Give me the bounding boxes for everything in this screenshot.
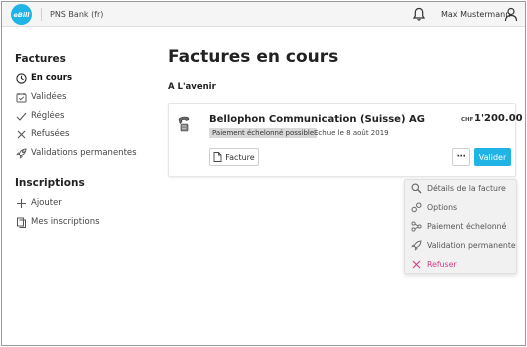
rocket-icon: [15, 147, 27, 159]
bell-icon[interactable]: [412, 7, 426, 22]
sidebar-item-validations-permanentes[interactable]: Validations permanentes: [15, 146, 137, 160]
menu-item-refuser[interactable]: Refuser: [411, 257, 457, 271]
menu-item-label: Détails de la facture: [427, 183, 506, 193]
rocket-icon: [411, 239, 422, 251]
document-icon: [213, 152, 222, 162]
bill-actions-menu: Détails de la facture Options Paiement é…: [404, 179, 517, 274]
sidebar-item-label: Ajouter: [31, 198, 62, 208]
menu-item-label: Validation permanente: [427, 240, 516, 250]
app-window: eBill PNS Bank (fr) Max Mustermann Factu…: [1, 1, 526, 346]
valider-button[interactable]: Valider: [474, 148, 511, 166]
installments-icon: [411, 220, 422, 232]
sidebar-heading-factures: Factures: [15, 53, 66, 65]
section-label: A L'avenir: [168, 82, 216, 92]
sidebar-item-label: Mes inscriptions: [31, 217, 100, 227]
more-options-button[interactable]: ···: [452, 148, 470, 166]
menu-item-label: Paiement échelonné: [427, 221, 507, 231]
user-icon[interactable]: [504, 7, 518, 22]
magnifier-icon: [411, 183, 422, 194]
page-title: Factures en cours: [168, 47, 339, 67]
sidebar-item-validees[interactable]: Validées: [15, 90, 66, 104]
sidebar-item-label: Validées: [31, 92, 67, 102]
sidebar-item-label: En cours: [31, 73, 72, 83]
sidebar-item-label: Validations permanentes: [31, 148, 137, 158]
bank-name: PNS Bank (fr): [50, 10, 104, 19]
sidebar-item-label: Réglées: [31, 111, 65, 121]
user-name[interactable]: Max Mustermann: [441, 10, 510, 19]
phone-icon: [176, 114, 192, 134]
sidebar-item-en-cours[interactable]: En cours: [15, 71, 72, 85]
currency-label: CHF: [461, 117, 474, 123]
facture-button-label: Facture: [225, 152, 255, 162]
sidebar-item-reglees[interactable]: Réglées: [15, 109, 64, 123]
x-icon: [411, 259, 422, 270]
sidebar-item-ajouter[interactable]: Ajouter: [15, 196, 62, 210]
menu-item-label: Options: [427, 202, 458, 212]
menu-item-label: Refuser: [427, 259, 457, 269]
menu-item-paiement-echelonne[interactable]: Paiement échelonné: [411, 219, 506, 233]
bill-amount: 1'200.00: [474, 113, 523, 124]
options-icon: [411, 202, 422, 213]
documents-icon: [15, 216, 27, 228]
menu-item-validation-permanente[interactable]: Validation permanente: [411, 238, 516, 252]
calendar-check-icon: [15, 91, 27, 103]
x-icon: [15, 128, 27, 140]
due-date: Echue le 8 août 2019: [314, 129, 389, 137]
clock-icon: [15, 72, 27, 84]
biller-name: Bellophon Communication (Suisse) AG: [209, 114, 425, 125]
plus-icon: [15, 197, 27, 209]
menu-item-options[interactable]: Options: [411, 200, 457, 214]
bank-divider: [41, 8, 42, 21]
top-bar: eBill PNS Bank (fr) Max Mustermann: [2, 2, 525, 27]
menu-item-details[interactable]: Détails de la facture: [411, 181, 506, 195]
check-icon: [15, 110, 27, 122]
sidebar-item-label: Refusées: [31, 129, 70, 139]
sidebar-heading-inscriptions: Inscriptions: [15, 177, 85, 189]
installment-badge: Paiement échelonné possible: [209, 128, 318, 138]
ebill-logo[interactable]: eBill: [11, 4, 32, 25]
facture-button[interactable]: Facture: [209, 148, 259, 166]
sidebar-item-refusees[interactable]: Refusées: [15, 127, 69, 141]
bill-card: Bellophon Communication (Suisse) AG Paie…: [168, 103, 523, 177]
sidebar-item-mes-inscriptions[interactable]: Mes inscriptions: [15, 215, 100, 229]
